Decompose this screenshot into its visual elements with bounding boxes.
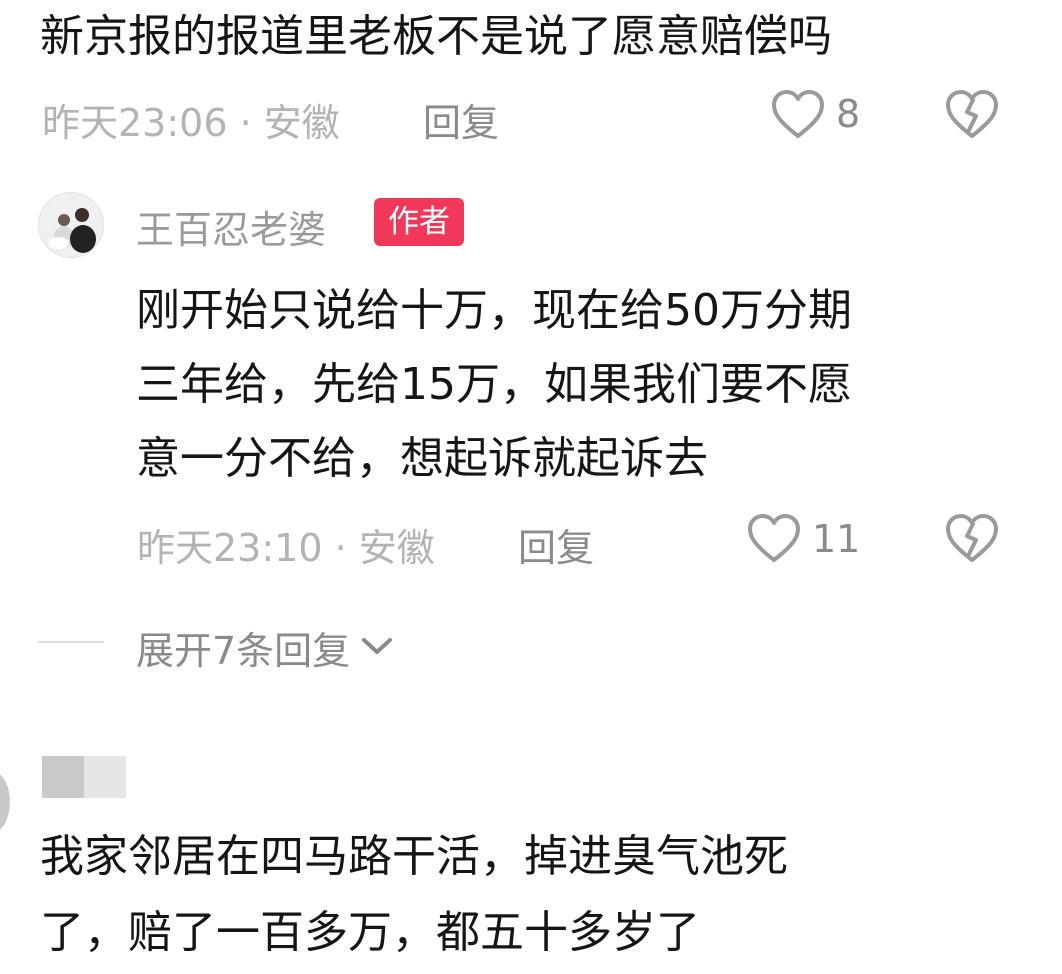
comment-meta: 昨天23:06 · 安徽 <box>42 101 340 145</box>
expand-divider <box>38 641 104 643</box>
chevron-down-icon <box>360 635 394 661</box>
username-redacted <box>42 756 126 798</box>
comment-text-line: 了，赔了一百多万，都五十多岁了 <box>40 907 700 958</box>
dislike-button[interactable] <box>944 88 1000 140</box>
reply-button[interactable]: 回复 <box>423 92 499 147</box>
text-fade <box>812 908 1062 968</box>
reply-text-line: 三年给，先给15万，如果我们要不愿 <box>136 359 852 410</box>
comment-text: 新京报的报道里老板不是说了愿意赔偿吗 <box>40 11 832 62</box>
heart-outline-icon <box>770 88 826 140</box>
reply-text-line: 刚开始只说给十万，现在给50万分期 <box>136 285 852 336</box>
like-button[interactable] <box>746 512 802 564</box>
like-count: 11 <box>812 517 861 561</box>
expand-label: 展开7条回复 <box>136 629 351 673</box>
heart-outline-icon <box>746 512 802 564</box>
reply-meta: 昨天23:10 · 安徽 <box>137 526 435 570</box>
reply-button[interactable]: 回复 <box>518 517 594 572</box>
dislike-button[interactable] <box>944 512 1000 564</box>
comment-text-line: 我家邻居在四马路干活，掉进臭气池死 <box>40 831 788 882</box>
username[interactable]: 王百忍老婆 <box>136 199 326 254</box>
like-button[interactable] <box>770 88 826 140</box>
like-count: 8 <box>836 92 861 136</box>
broken-heart-icon <box>944 88 1000 140</box>
reply-text-line: 意一分不给，想起诉就起诉去 <box>136 433 708 484</box>
author-badge: 作者 <box>374 198 464 246</box>
expand-replies-button[interactable]: 展开7条回复 <box>136 620 394 675</box>
broken-heart-icon <box>944 512 1000 564</box>
avatar[interactable] <box>38 192 104 258</box>
avatar[interactable] <box>0 770 10 834</box>
